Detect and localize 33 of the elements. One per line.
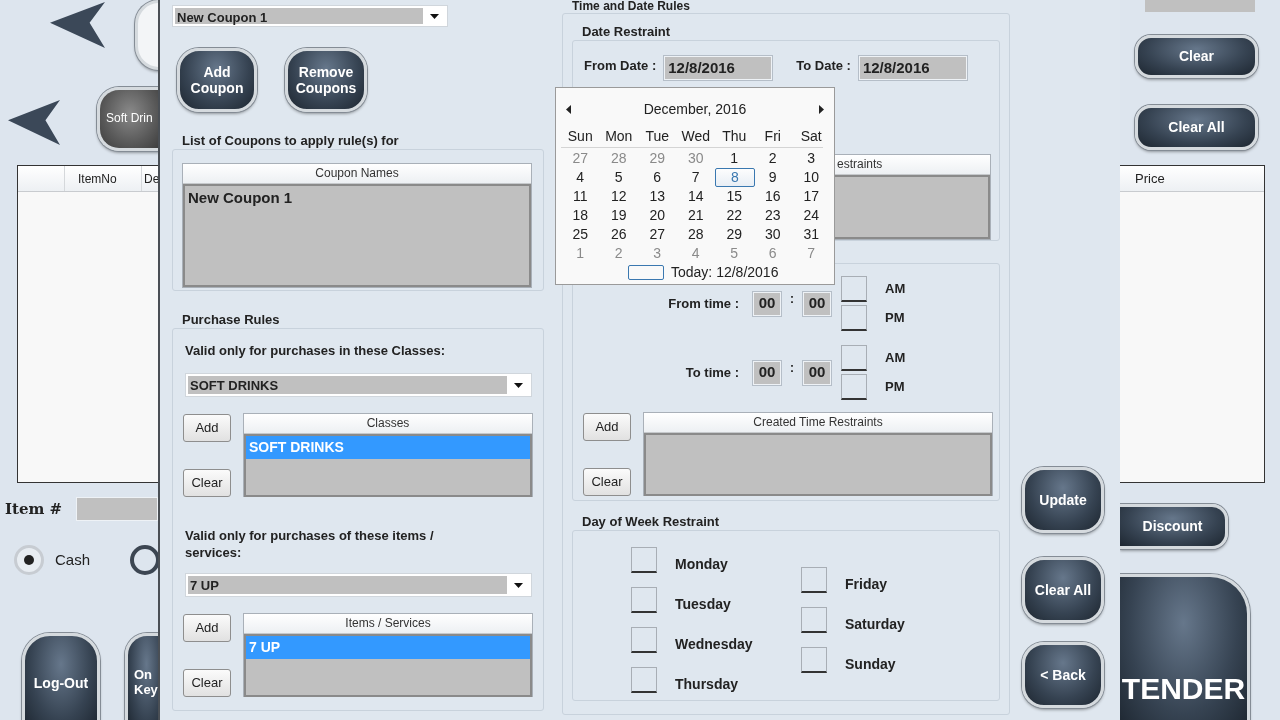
group-title: List of Coupons to apply rule(s) for (182, 133, 400, 149)
day-label: Friday (845, 576, 887, 592)
period-label: PM (885, 309, 906, 327)
weekday-label: Mon (604, 127, 634, 146)
period-label: PM (885, 378, 906, 396)
to-date-label: To Date : (796, 57, 851, 75)
group-title: Date Restraint (582, 24, 672, 40)
weekday-label: Sat (799, 127, 823, 146)
weekday-label: Fri (763, 127, 782, 146)
group-title: Time and Date Rules (572, 0, 691, 13)
weekday-label: Tue (644, 127, 671, 146)
time-label: To time : (684, 363, 739, 382)
time-label: From time : (667, 294, 739, 313)
period-label: AM (885, 349, 906, 367)
radio-label: Cash (55, 549, 91, 570)
from-date-label: From Date : (584, 57, 657, 75)
day-label: Tuesday (675, 596, 731, 612)
day-label: Wednesday (675, 636, 753, 652)
rule-prompt: Valid only for purchases in these Classes: (185, 342, 447, 359)
day-label: Thursday (675, 676, 738, 692)
day-label: Saturday (845, 616, 905, 632)
weekday-label: Sun (566, 127, 594, 146)
group-title: Day of Week Restraint (582, 514, 721, 530)
colon: : (789, 291, 795, 308)
rule-prompt: Valid only for purchases of these items / services: (185, 527, 435, 561)
group-title: Purchase Rules (182, 312, 281, 328)
colon: : (789, 360, 795, 377)
day-label: Sunday (845, 656, 896, 672)
day-label: Monday (675, 556, 728, 572)
item-number-label: Item # (5, 498, 63, 520)
period-label: AM (885, 280, 906, 298)
weekday-label: Thu (721, 127, 748, 146)
weekday-label: Wed (680, 127, 711, 146)
